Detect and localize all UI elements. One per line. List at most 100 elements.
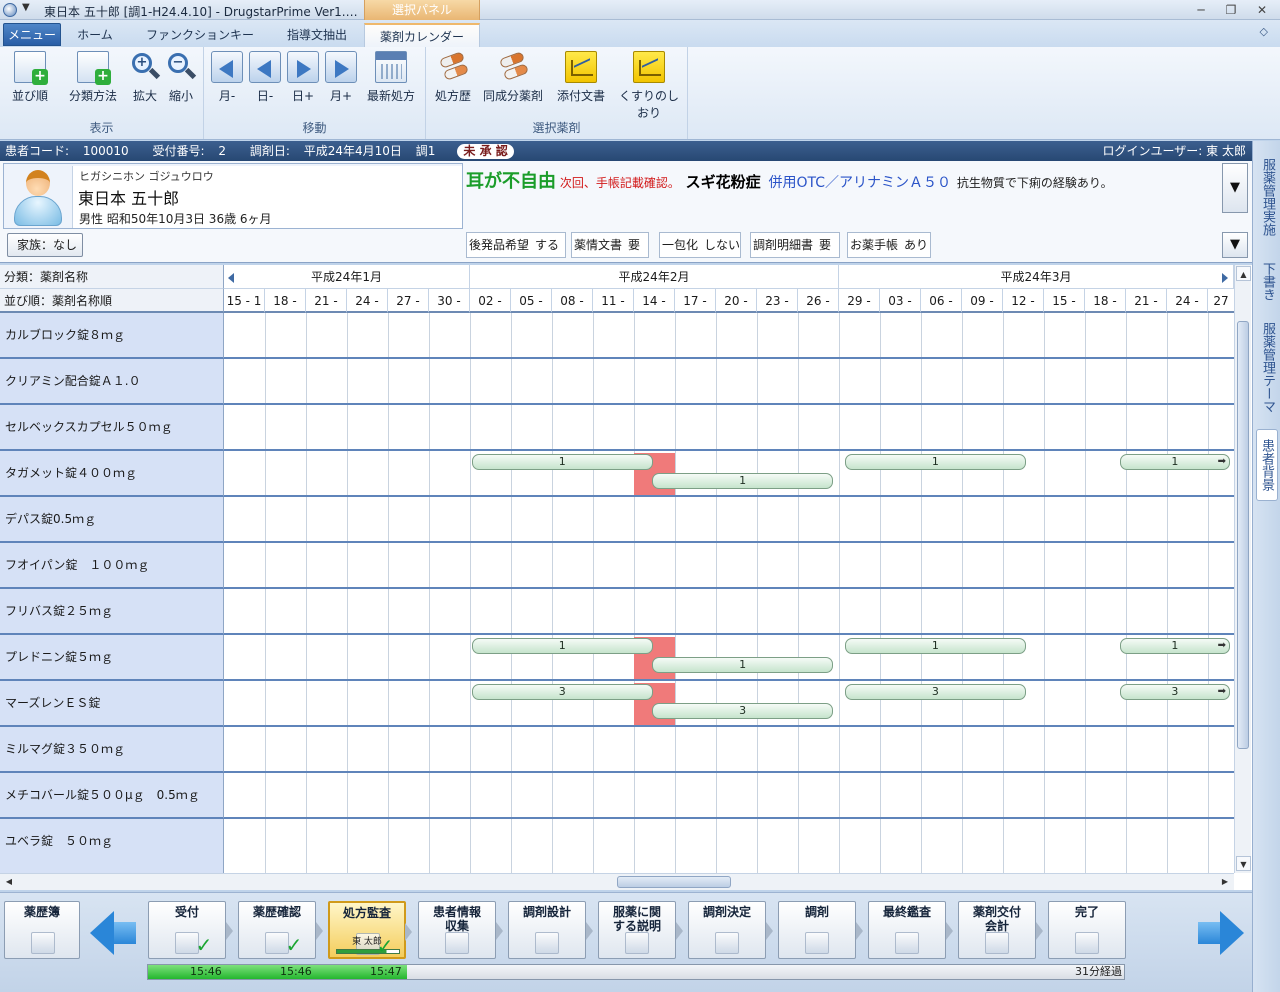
workflow-step-button[interactable]: 薬歴確認 ✓	[238, 901, 323, 959]
horizontal-scroll-thumb[interactable]	[617, 876, 731, 888]
history-book-button[interactable]: 薬歴簿	[4, 901, 80, 959]
minimize-button[interactable]: ─	[1190, 2, 1212, 18]
drug-calendar-grid: 分類：薬剤名称 並び順：薬剤名称順 平成24年1月 平成24年2月 平成24年3月 …	[0, 265, 1252, 890]
workflow-step-button[interactable]: 調剤	[778, 901, 863, 959]
flag-generic-preference[interactable]: 後発品希望 する	[466, 232, 566, 258]
month-scroll-left-icon[interactable]	[228, 273, 234, 283]
prescription-bar[interactable]: 1	[845, 454, 1026, 470]
prescription-bar[interactable]: 1	[652, 473, 833, 489]
step-connector-icon	[496, 922, 503, 940]
close-button[interactable]: ✕	[1251, 2, 1273, 18]
pill-icon	[497, 51, 529, 83]
vertical-scroll-thumb[interactable]	[1237, 321, 1249, 749]
tab-home[interactable]: ホーム	[64, 23, 126, 47]
sort-order-button[interactable]: + 並び順	[6, 51, 54, 107]
tab-drug-calendar[interactable]: 薬剤カレンダー	[364, 23, 480, 47]
grid-column-line	[429, 313, 430, 873]
classification-button[interactable]: + 分類方法	[62, 51, 124, 107]
drug-row-label[interactable]: マーズレンＥＳ錠	[0, 681, 224, 727]
month-header: 平成24年3月	[839, 265, 1234, 289]
drug-row-label[interactable]: タガメット錠４００ｍｇ	[0, 451, 224, 497]
drug-row-label[interactable]: ユベラ錠 ５０ｍｇ	[0, 819, 224, 877]
grid-column-line	[1208, 313, 1209, 873]
zoom-out-button[interactable]: − 縮小	[164, 51, 198, 107]
package-insert-button[interactable]: 添付文書	[552, 51, 610, 107]
workflow-step-button[interactable]: 薬剤交付 会計	[958, 901, 1043, 959]
prescription-bar[interactable]: 1	[472, 638, 653, 654]
side-tab-medication-theme[interactable]: 服薬管理テーマ	[1256, 315, 1278, 419]
zoom-in-icon: +	[129, 51, 161, 83]
prev-month-button[interactable]: 月-	[210, 51, 244, 107]
side-tab-medication-management[interactable]: 服薬管理実施	[1256, 147, 1278, 247]
ribbon-group-label: 表示	[89, 121, 114, 135]
drug-leaflet-button[interactable]: くすりのしおり	[614, 51, 684, 120]
tab-function-keys[interactable]: ファンクションキー	[140, 23, 260, 47]
workflow-step-button[interactable]: 調剤設計	[508, 901, 593, 959]
prescription-bar[interactable]: 1	[472, 454, 653, 470]
drug-row-label[interactable]: ミルマグ錠３５０ｍｇ	[0, 727, 224, 773]
notes-dropdown-button[interactable]: ▼	[1222, 163, 1248, 213]
grid-column-line	[1126, 313, 1127, 873]
date-header: 29 -	[839, 289, 880, 313]
month-scroll-right-icon[interactable]	[1222, 273, 1228, 283]
drug-row-label[interactable]: フオイパン錠 １００ｍｇ	[0, 543, 224, 589]
prescription-bar[interactable]: 3	[652, 703, 833, 719]
vertical-scrollbar[interactable]: ▲ ▼	[1234, 265, 1251, 873]
forward-arrow-icon[interactable]	[1198, 911, 1244, 955]
horizontal-scrollbar[interactable]: ◀ ▶	[0, 873, 1234, 890]
workflow-step-button[interactable]: 患者情報 収集	[418, 901, 503, 959]
prescription-bar[interactable]: 1	[845, 638, 1026, 654]
tab-guidance-extract[interactable]: 指導文抽出	[272, 23, 362, 47]
drug-row-label[interactable]: セルベックスカプセル５０ｍｇ	[0, 405, 224, 451]
next-month-button[interactable]: 月+	[324, 51, 358, 107]
flag-unit-dose[interactable]: 一包化 しない	[659, 232, 741, 258]
workflow-step-button[interactable]: 処方監査東 太郎 ✓	[328, 901, 412, 959]
prescription-bar[interactable]: 1 ➡	[1119, 638, 1230, 654]
drug-row-label[interactable]: クリアミン配合錠Ａ１.０	[0, 359, 224, 405]
next-day-button[interactable]: 日+	[286, 51, 320, 107]
prescription-bar[interactable]: 1 ➡	[1119, 454, 1230, 470]
sort-header[interactable]: 並び順：薬剤名称順	[0, 289, 224, 313]
category-header[interactable]: 分類：薬剤名称	[0, 265, 224, 289]
drug-row-label[interactable]: デパス錠0.5ｍｇ	[0, 497, 224, 543]
quick-access-dropdown[interactable]: ▼	[22, 2, 30, 13]
side-tab-draft[interactable]: 下書き	[1256, 253, 1278, 309]
back-arrow-icon[interactable]	[90, 911, 136, 955]
menu-button[interactable]: メニュー	[3, 23, 61, 46]
workflow-step-button[interactable]: 服薬に関 する説明	[598, 901, 683, 959]
grid-column-line	[675, 313, 676, 873]
family-button[interactable]: 家族：なし	[7, 233, 83, 257]
prev-day-button[interactable]: 日-	[248, 51, 282, 107]
help-icon[interactable]: ◇	[1260, 25, 1268, 38]
zoom-in-button[interactable]: + 拡大	[128, 51, 162, 107]
same-ingredient-button[interactable]: 同成分薬剤	[480, 51, 546, 107]
drug-row-label[interactable]: メチコバール錠５００μｇ 0.5ｍｇ	[0, 773, 224, 819]
flag-medication-notebook[interactable]: お薬手帳 あり	[847, 232, 931, 258]
restore-button[interactable]: ❐	[1220, 2, 1242, 18]
grid-column-line	[593, 313, 594, 873]
scroll-left-button[interactable]: ◀	[2, 875, 16, 889]
prescription-bar[interactable]: 3 ➡	[1119, 684, 1230, 700]
workflow-step-button[interactable]: 受付 ✓	[148, 901, 233, 959]
workflow-step-button[interactable]: 完了	[1048, 901, 1126, 959]
scroll-right-button[interactable]: ▶	[1218, 875, 1232, 889]
patient-kana: ヒガシニホン ゴジュウロウ	[79, 170, 214, 183]
workflow-step-button[interactable]: 最終鑑査	[868, 901, 953, 959]
flag-drug-info-document[interactable]: 薬情文書要	[571, 232, 649, 258]
side-tab-patient-background[interactable]: 患者背景	[1256, 429, 1278, 501]
flag-itemized-statement[interactable]: 調剤明細書要	[750, 232, 840, 258]
prescription-bar[interactable]: 3	[472, 684, 653, 700]
latest-prescription-button[interactable]: 最新処方	[362, 51, 420, 107]
workflow-step-button[interactable]: 調剤決定	[688, 901, 773, 959]
scroll-down-button[interactable]: ▼	[1236, 856, 1251, 871]
prescription-bar[interactable]: 1	[652, 657, 833, 673]
drug-row-label[interactable]: カルブロック錠８ｍｇ	[0, 313, 224, 359]
drug-row-label[interactable]: プレドニン錠５ｍｇ	[0, 635, 224, 681]
reception-number: 受付番号: 2	[152, 144, 227, 158]
app-icon[interactable]	[3, 3, 17, 17]
drug-row-label[interactable]: フリバス錠２５ｍｇ	[0, 589, 224, 635]
prescription-bar[interactable]: 3	[845, 684, 1026, 700]
prescription-history-button[interactable]: 処方歴	[432, 51, 474, 107]
flags-dropdown-button[interactable]: ▼	[1222, 232, 1248, 258]
scroll-up-button[interactable]: ▲	[1236, 266, 1251, 281]
